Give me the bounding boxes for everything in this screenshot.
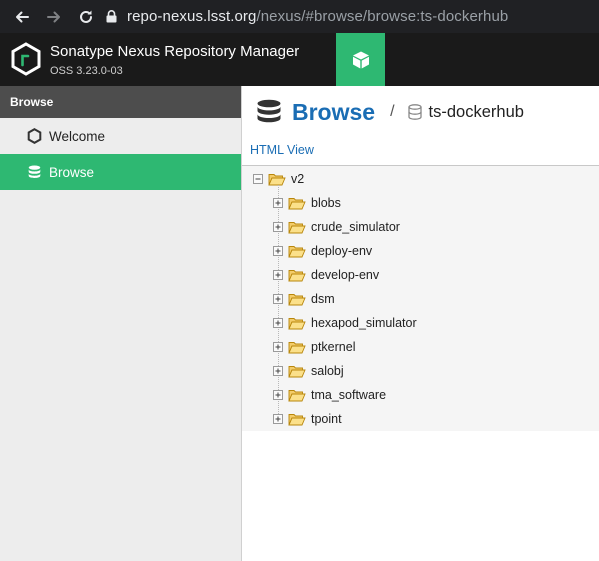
tree-node-label: tma_software [311, 388, 387, 402]
tree-node-label: blobs [311, 196, 341, 210]
tree-node[interactable]: salobj [272, 359, 344, 383]
tree-node[interactable]: tma_software [272, 383, 386, 407]
tree-node-label: v2 [291, 172, 305, 186]
folder-icon [288, 246, 306, 258]
folder-icon [288, 198, 306, 210]
sidebar: Browse Welcome Browse [0, 86, 242, 561]
expand-icon[interactable] [272, 293, 284, 305]
sidebar-item-label: Browse [49, 164, 95, 180]
page-title[interactable]: Browse [292, 99, 375, 126]
brand[interactable]: Sonatype Nexus Repository Manager OSS 3.… [10, 42, 299, 78]
browser-toolbar: repo-nexus.lsst.org/nexus/#browse/browse… [0, 0, 599, 33]
arrow-right-icon [47, 11, 60, 22]
tree-node-label: hexapod_simulator [311, 316, 417, 330]
hexagon-icon [26, 128, 42, 144]
folder-icon [288, 270, 306, 282]
sidebar-item-browse[interactable]: Browse [0, 154, 241, 190]
folder-icon [288, 294, 306, 306]
folder-icon [288, 342, 306, 354]
database-icon [26, 164, 42, 180]
folder-open-icon [268, 174, 286, 186]
tree-node-label: deploy-env [311, 244, 373, 258]
reload-icon [80, 10, 92, 23]
tree-node[interactable]: dsm [272, 287, 335, 311]
breadcrumb: Browse / ts-dockerhub [242, 86, 599, 138]
html-view-link[interactable]: HTML View [250, 143, 314, 157]
empty-area [242, 431, 599, 561]
tree-node-label: ptkernel [311, 340, 356, 354]
nexus-logo-icon [11, 42, 41, 76]
folder-icon [288, 414, 306, 426]
tree-panel: v2 blobs crude_simulator deploy-env develop… [242, 166, 599, 431]
app-version: OSS 3.23.0-03 [50, 65, 123, 77]
database-icon [257, 99, 281, 123]
app-title: Sonatype Nexus Repository Manager [50, 43, 300, 60]
tree-node[interactable]: develop-env [272, 263, 379, 287]
cube-icon [352, 51, 369, 68]
expand-icon[interactable] [272, 221, 284, 233]
back-button[interactable] [6, 0, 38, 33]
expand-icon[interactable] [272, 197, 284, 209]
tree-node[interactable]: hexapod_simulator [272, 311, 417, 335]
expand-icon[interactable] [272, 245, 284, 257]
expand-icon[interactable] [272, 269, 284, 281]
arrow-left-icon [16, 11, 29, 22]
collapse-icon[interactable] [252, 173, 264, 185]
url-path: /nexus/#browse/browse:ts-dockerhub [256, 8, 509, 25]
folder-icon [288, 318, 306, 330]
tree-node-label: develop-env [311, 268, 380, 282]
folder-icon [288, 222, 306, 234]
address-bar[interactable]: repo-nexus.lsst.org/nexus/#browse/browse… [106, 8, 508, 25]
tree-node[interactable]: ptkernel [272, 335, 355, 359]
expand-icon[interactable] [272, 365, 284, 377]
expand-icon[interactable] [272, 413, 284, 425]
sidebar-item-label: Welcome [49, 128, 106, 144]
expand-icon[interactable] [272, 389, 284, 401]
forward-button[interactable] [38, 0, 70, 33]
url-host: repo-nexus.lsst.org [127, 8, 257, 25]
browse-mode-button[interactable] [336, 33, 385, 86]
tree-node[interactable]: blobs [272, 191, 341, 215]
sidebar-item-welcome[interactable]: Welcome [0, 118, 241, 154]
tree-node[interactable]: tpoint [272, 407, 342, 431]
tree-node[interactable]: deploy-env [272, 239, 372, 263]
folder-icon [288, 390, 306, 402]
lock-icon [106, 10, 117, 23]
tree-node-label: salobj [311, 364, 344, 378]
expand-icon[interactable] [272, 341, 284, 353]
breadcrumb-separator: / [390, 103, 395, 120]
sidebar-title: Browse [0, 86, 241, 118]
tree-node-label: tpoint [311, 412, 342, 426]
tree-node-label: crude_simulator [311, 220, 400, 234]
database-icon [407, 104, 422, 120]
app-header: Sonatype Nexus Repository Manager OSS 3.… [0, 33, 599, 86]
reload-button[interactable] [70, 0, 102, 33]
tree-node-label: dsm [311, 292, 335, 306]
folder-icon [288, 366, 306, 378]
repository-name: ts-dockerhub [428, 102, 524, 121]
tree-node[interactable]: crude_simulator [272, 215, 400, 239]
main-panel: Browse / ts-dockerhub HTML View v2 blobs… [242, 86, 599, 561]
expand-icon[interactable] [272, 317, 284, 329]
